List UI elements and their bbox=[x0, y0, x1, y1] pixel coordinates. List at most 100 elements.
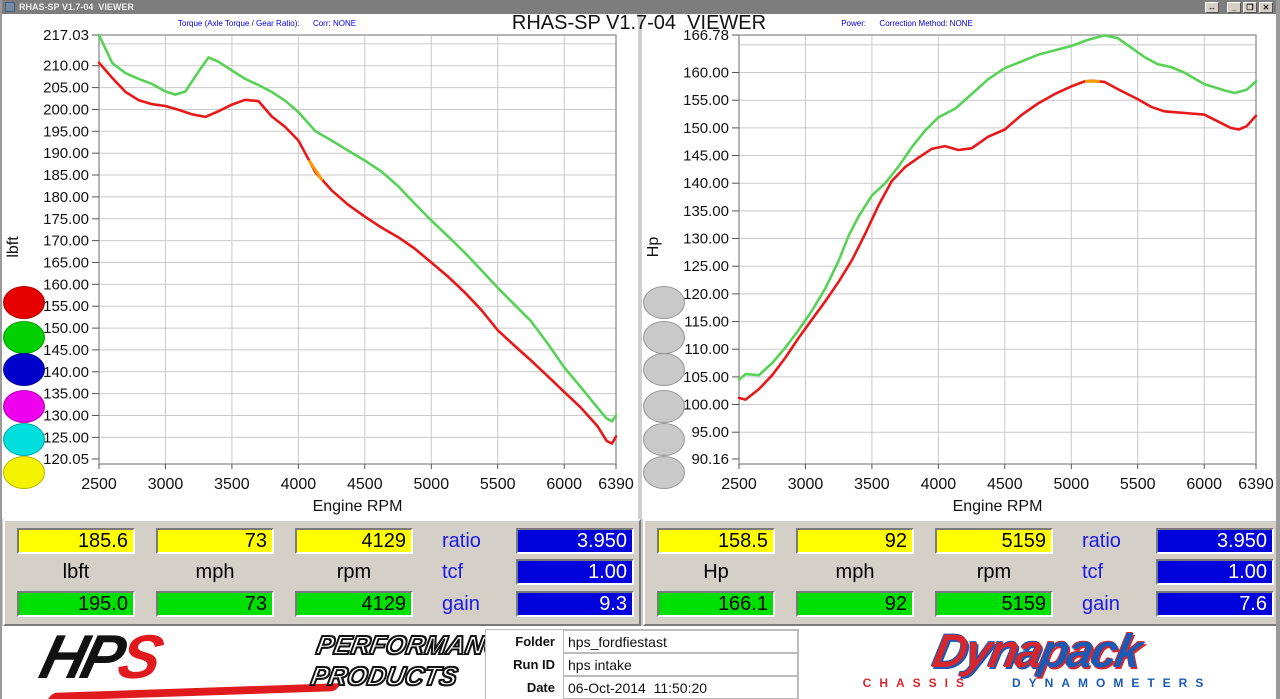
svg-text:217.03: 217.03 bbox=[43, 27, 89, 44]
run-select-button-gray-5[interactable] bbox=[643, 423, 685, 456]
torque-data-panel: 185.6 73 4129 lbft mph rpm 195.0 73 4129… bbox=[3, 519, 641, 626]
run-select-button-red[interactable] bbox=[3, 286, 45, 319]
run-select-button-blue[interactable] bbox=[3, 353, 45, 386]
svg-text:4500: 4500 bbox=[987, 476, 1023, 493]
svg-text:115.00: 115.00 bbox=[684, 314, 729, 331]
svg-text:lbft: lbft bbox=[5, 236, 22, 258]
svg-text:125.00: 125.00 bbox=[43, 429, 89, 446]
run-select-button-green[interactable] bbox=[3, 321, 45, 354]
svg-text:2500: 2500 bbox=[81, 476, 117, 493]
ratio-label: ratio bbox=[442, 528, 512, 554]
svg-text:130.00: 130.00 bbox=[683, 231, 729, 248]
run-select-button-magenta[interactable] bbox=[3, 390, 45, 423]
svg-text:160.00: 160.00 bbox=[43, 276, 89, 293]
run-info-row-date: Date 06-Oct-2014 11:50:20 bbox=[486, 676, 798, 699]
svg-text:166.78: 166.78 bbox=[683, 27, 729, 44]
power-chart-svg[interactable]: 166.78160.00155.00150.00145.00140.00135.… bbox=[642, 14, 1280, 519]
app-icon bbox=[5, 2, 15, 12]
svg-text:160.00: 160.00 bbox=[683, 65, 729, 82]
rpm-run2-value-box: 5159 bbox=[935, 591, 1053, 617]
tcf-value-box: 1.00 bbox=[516, 559, 634, 585]
run-select-button-gray-6[interactable] bbox=[643, 456, 685, 489]
torque-chart-panel: Torque (Axle Torque / Gear Ratio): Corr:… bbox=[2, 14, 640, 519]
svg-text:200.00: 200.00 bbox=[43, 102, 89, 119]
torque-chart-header: Torque (Axle Torque / Gear Ratio): Corr:… bbox=[97, 19, 437, 28]
torque-run2-value-box: 195.0 bbox=[17, 591, 135, 617]
speed-unit-label: mph bbox=[156, 559, 274, 585]
svg-text:110.00: 110.00 bbox=[684, 341, 729, 358]
folder-label: Folder bbox=[486, 630, 563, 653]
rpm-run1-value-box: 4129 bbox=[295, 528, 413, 554]
date-value: 06-Oct-2014 11:50:20 bbox=[563, 676, 798, 699]
speed-unit-label: mph bbox=[796, 559, 914, 585]
svg-text:150.00: 150.00 bbox=[43, 320, 89, 337]
svg-text:125.00: 125.00 bbox=[683, 258, 729, 275]
dynapack-chassis-text: CHASSIS bbox=[863, 676, 972, 690]
data-row: 185.6 73 4129 lbft mph rpm 195.0 73 4129… bbox=[2, 519, 1280, 626]
svg-text:3000: 3000 bbox=[788, 476, 824, 493]
run-select-button-gray-2[interactable] bbox=[643, 321, 685, 354]
svg-text:6390: 6390 bbox=[598, 476, 634, 493]
run-info-row-folder: Folder hps_fordfiestast bbox=[486, 630, 798, 653]
minimize-button[interactable]: _ bbox=[1227, 2, 1241, 13]
ratio-label: ratio bbox=[1082, 528, 1152, 554]
svg-text:2500: 2500 bbox=[721, 476, 757, 493]
run-select-button-gray-3[interactable] bbox=[643, 353, 685, 386]
svg-text:5000: 5000 bbox=[414, 476, 450, 493]
window-titlebar: RHAS-SP V1.7-04 VIEWER ↔ _ ❐ ✕ bbox=[2, 0, 1276, 14]
rpm-run1-value-box: 5159 bbox=[935, 528, 1053, 554]
tcf-value-box: 1.00 bbox=[1156, 559, 1274, 585]
folder-value: hps_fordfiestast bbox=[563, 630, 798, 653]
svg-text:3500: 3500 bbox=[214, 476, 250, 493]
torque-chart-svg[interactable]: 217.03210.00205.00200.00195.00190.00185.… bbox=[2, 14, 640, 519]
svg-text:Engine RPM: Engine RPM bbox=[953, 498, 1043, 515]
viewer-window: RHAS-SP V1.7-04 VIEWER ↔ _ ❐ ✕ RHAS-SP V… bbox=[0, 0, 1280, 699]
svg-text:100.00: 100.00 bbox=[683, 397, 729, 414]
svg-text:120.05: 120.05 bbox=[43, 451, 89, 468]
gain-label: gain bbox=[442, 591, 512, 617]
hps-wordmark: HPS bbox=[33, 622, 166, 693]
ratio-value-box: 3.950 bbox=[1156, 528, 1274, 554]
svg-text:4000: 4000 bbox=[281, 476, 317, 493]
svg-text:155.00: 155.00 bbox=[43, 298, 89, 315]
run-select-button-yellow[interactable] bbox=[3, 456, 45, 489]
svg-text:180.00: 180.00 bbox=[43, 189, 89, 206]
svg-text:120.00: 120.00 bbox=[683, 286, 729, 303]
svg-text:145.00: 145.00 bbox=[43, 342, 89, 359]
svg-text:4000: 4000 bbox=[921, 476, 957, 493]
speed-run1-value-box: 73 bbox=[156, 528, 274, 554]
maximize-button[interactable]: ❐ bbox=[1243, 2, 1257, 13]
dynapack-tagline: CHASSIS DYNAMOMETERS bbox=[817, 676, 1257, 690]
power-run2-value-box: 166.1 bbox=[657, 591, 775, 617]
tcf-label: tcf bbox=[1082, 559, 1152, 585]
rpm-run2-value-box: 4129 bbox=[295, 591, 413, 617]
run-select-button-gray-4[interactable] bbox=[643, 390, 685, 423]
svg-text:5000: 5000 bbox=[1054, 476, 1090, 493]
svg-text:5500: 5500 bbox=[480, 476, 516, 493]
svg-text:6390: 6390 bbox=[1238, 476, 1274, 493]
run-id-label: Run ID bbox=[486, 653, 563, 676]
svg-text:Engine RPM: Engine RPM bbox=[313, 498, 403, 515]
svg-text:155.00: 155.00 bbox=[683, 92, 729, 109]
svg-text:4500: 4500 bbox=[347, 476, 383, 493]
svg-text:6000: 6000 bbox=[546, 476, 582, 493]
speed-run2-value-box: 73 bbox=[156, 591, 274, 617]
dynapack-logo: Dynapack CHASSIS DYNAMOMETERS bbox=[817, 628, 1257, 698]
rpm-unit-label: rpm bbox=[295, 559, 413, 585]
svg-text:90.16: 90.16 bbox=[691, 451, 729, 468]
resize-button[interactable]: ↔ bbox=[1205, 2, 1219, 13]
svg-text:165.00: 165.00 bbox=[43, 255, 89, 272]
speed-run1-value-box: 92 bbox=[796, 528, 914, 554]
svg-text:145.00: 145.00 bbox=[683, 148, 729, 165]
power-unit-label: Hp bbox=[657, 559, 775, 585]
hps-logo: HPS PERFORMANCE PRODUCTS bbox=[24, 630, 474, 698]
run-select-button-gray-1[interactable] bbox=[643, 286, 685, 319]
dynapack-dyna-text: Dyna bbox=[928, 624, 1046, 677]
close-button[interactable]: ✕ bbox=[1259, 2, 1273, 13]
svg-text:95.00: 95.00 bbox=[691, 424, 729, 441]
viewer-content: RHAS-SP V1.7-04 VIEWER Torque (Axle Torq… bbox=[2, 14, 1276, 699]
svg-text:190.00: 190.00 bbox=[43, 145, 89, 162]
run-select-button-cyan[interactable] bbox=[3, 423, 45, 456]
gain-value-box: 9.3 bbox=[516, 591, 634, 617]
torque-run1-value-box: 185.6 bbox=[17, 528, 135, 554]
